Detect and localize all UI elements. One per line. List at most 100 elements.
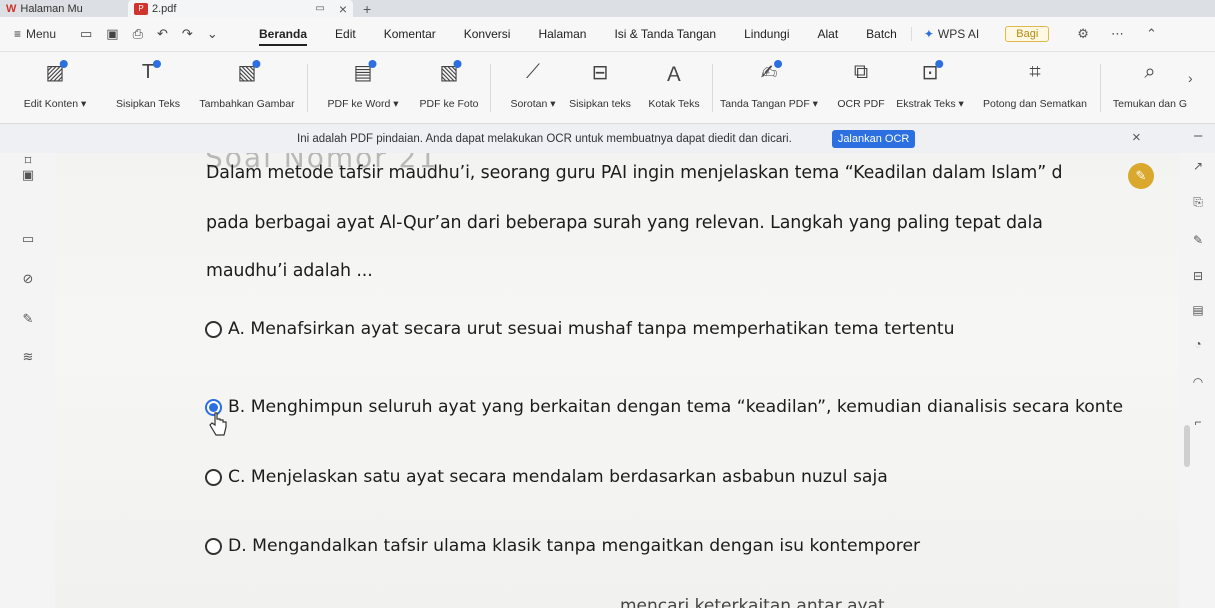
thumbnail-icon[interactable]: ▣ [20, 167, 36, 183]
pdf-page[interactable]: Soal Nomor 21 Dalam metode tafsir maudhu… [55, 153, 1179, 608]
compare-icon[interactable]: ⊟ [1191, 269, 1205, 283]
crop-panel-icon[interactable]: ⌐ [1191, 415, 1205, 429]
run-ocr-button[interactable]: Jalankan OCR [831, 130, 916, 148]
pencil-icon[interactable]: ✎ [1128, 163, 1154, 189]
insert-textbox-icon: ⊟ [591, 61, 609, 84]
highlight-icon: ⟋ [526, 60, 540, 83]
ribbon-button-label: PDF ke Foto [419, 98, 479, 110]
menu-tab-batch[interactable]: Batch [852, 17, 911, 52]
export-icon[interactable]: ↗ [1191, 159, 1205, 173]
ribbon-button-label: Tambahkan Gambar [199, 98, 295, 110]
answer-option-b[interactable]: B. Menghimpun seluruh ayat yang berkaita… [205, 397, 1123, 417]
menu-tab-alat[interactable]: Alat [803, 17, 852, 52]
wps-ai-button[interactable]: ✦ WPS AI [910, 27, 991, 41]
tab-document[interactable]: P 2.pdf ▭ × [128, 0, 353, 17]
answer-option-c[interactable]: C. Menjelaskan satu ayat secara mendalam… [205, 467, 888, 487]
insert-text-icon: T [135, 56, 161, 88]
signature-panel-icon[interactable]: ✎ [20, 311, 36, 327]
left-sidebar: ⌑ ▣ ▭ ⊘ ✎ ≋ [0, 153, 55, 608]
menu-tab-beranda[interactable]: Beranda [245, 17, 321, 52]
menu-tab-komentar[interactable]: Komentar [370, 17, 450, 52]
ribbon-button-highlight[interactable]: ⟋ Sorotan ▾ [511, 56, 556, 111]
ribbon-button-ocr[interactable]: ⧉ OCR PDF [837, 56, 884, 111]
radio-button[interactable] [205, 320, 222, 338]
comment-icon[interactable]: ▭ [20, 231, 36, 247]
ribbon-button-search[interactable]: ⌕ Temukan dan G [1113, 56, 1187, 111]
ribbon-button-crop[interactable]: ⌗ Potong dan Sematkan [983, 56, 1087, 111]
ribbon-button-label: Sisipkan teks [569, 98, 631, 110]
close-tab-icon[interactable]: × [339, 1, 347, 17]
ribbon-button-edit-content[interactable]: ▨ Edit Konten ▾ [24, 56, 86, 110]
settings-icon[interactable]: ⚙ [1077, 26, 1089, 42]
edit-panel-icon[interactable]: ✎ [1191, 233, 1205, 247]
ribbon-toolbar: › ▨ Edit Konten ▾ T Sisipkan Teks ▧ Tambahkan… [0, 52, 1215, 124]
pdf-to-photo-icon: ▧ [436, 56, 462, 88]
menu-label: Menu [26, 27, 57, 41]
ribbon-separator [307, 64, 308, 112]
ribbon-button-label: Kotak Teks [648, 98, 700, 110]
ribbon-button-insert-text[interactable]: T Sisipkan Teks [116, 56, 180, 110]
wps-logo-icon: W [6, 2, 17, 15]
redo-icon[interactable]: ↷ [182, 26, 193, 42]
answer-option-text: D. Mengandalkan tafsir ulama klasik tanp… [228, 536, 921, 556]
pdf-file-icon: P [134, 2, 148, 15]
ribbon-button-add-image[interactable]: ▧ Tambahkan Gambar [199, 56, 295, 110]
attachment-icon[interactable]: ⊘ [20, 271, 36, 287]
ribbon-separator [712, 64, 713, 112]
ocr-banner: Ini adalah PDF pindaian. Anda dapat mela… [0, 125, 1215, 153]
tab-monitor-icon[interactable]: ▭ [315, 3, 324, 14]
extract-text-icon: ⊡ [917, 56, 943, 88]
print-icon[interactable]: ⎙ [133, 26, 143, 42]
radio-button[interactable] [205, 468, 222, 486]
rotate-icon[interactable]: ◠ [1191, 375, 1205, 389]
question-line: Dalam metode tafsir maudhu’i, seorang gu… [206, 163, 1063, 183]
ribbon-button-extract-text[interactable]: ⊡ Ekstrak Teks ▾ [896, 56, 964, 110]
menu-tab-konversi[interactable]: Konversi [450, 17, 525, 52]
question-line: pada berbagai ayat Al-Qur’an dari bebera… [206, 213, 1043, 233]
hamburger-icon: ≡ [14, 27, 22, 41]
radio-button[interactable] [205, 537, 222, 555]
quick-access: ▭ ▣ ⎙ ↶ ↷ ⌄ [80, 26, 245, 42]
open-folder-icon[interactable]: ▭ [80, 26, 92, 42]
menu-bar: ≡ Menu ▭ ▣ ⎙ ↶ ↷ ⌄ Beranda Edit Komentar Ko… [0, 17, 1215, 52]
ribbon-button-insert-textbox[interactable]: ⊟ Sisipkan teks [569, 56, 631, 111]
vertical-scrollbar[interactable] [1184, 425, 1190, 467]
properties-icon[interactable]: ⎘ [1191, 195, 1205, 209]
ribbon-separator [1100, 64, 1101, 112]
new-tab-icon[interactable]: + [363, 1, 371, 17]
search-icon: ⌕ [1144, 60, 1156, 83]
menu-tab-isi-tanda-tangan[interactable]: Isi & Tanda Tangan [600, 17, 730, 52]
ribbon-button-pdf-to-photo[interactable]: ▧ PDF ke Foto [419, 56, 479, 110]
sparkle-icon: ✦ [923, 27, 934, 41]
menu-button[interactable]: ≡ Menu [0, 27, 80, 41]
share-button[interactable]: Bagi [1005, 26, 1050, 42]
wps-ai-label: WPS AI [937, 27, 980, 41]
more-icon[interactable]: ⋯ [1111, 26, 1124, 42]
ribbon-scroll-right-icon[interactable]: › [1188, 70, 1193, 86]
ribbon-button-signature[interactable]: ✍ Tanda Tangan PDF ▾ [720, 56, 818, 110]
collapse-ribbon-icon[interactable]: ⌃ [1146, 26, 1157, 42]
tab-home[interactable]: W Halaman Mu [0, 0, 128, 17]
zoom-icon[interactable]: ◔ [1191, 337, 1205, 351]
ribbon-button-label: Edit Konten ▾ [23, 98, 87, 110]
answer-option-d[interactable]: D. Mengandalkan tafsir ulama klasik tanp… [205, 536, 920, 556]
close-banner-icon[interactable]: × [1132, 129, 1141, 146]
signature-icon: ✍ [756, 56, 782, 88]
menu-tab-lindungi[interactable]: Lindungi [730, 17, 803, 52]
layers-icon[interactable]: ≋ [20, 349, 36, 365]
menu-tab-edit[interactable]: Edit [321, 17, 370, 52]
menu-right-controls: ⚙ ⋯ ⌃ [1077, 26, 1157, 42]
ribbon-button-label: Tanda Tangan PDF ▾ [720, 98, 818, 110]
crop-icon: ⌗ [1029, 60, 1041, 83]
pdf-to-word-icon: ▤ [350, 56, 376, 88]
ribbon-button-textbox[interactable]: Ａ Kotak Teks [648, 56, 700, 111]
form-icon[interactable]: ▤ [1191, 303, 1205, 317]
menu-tab-halaman[interactable]: Halaman [524, 17, 600, 52]
undo-icon[interactable]: ↶ [157, 26, 168, 42]
save-icon[interactable]: ▣ [106, 26, 118, 42]
ribbon-button-label: Sisipkan Teks [115, 98, 181, 110]
answer-option-a[interactable]: A. Menafsirkan ayat secara urut sesuai m… [205, 319, 954, 339]
ribbon-button-pdf-to-word[interactable]: ▤ PDF ke Word ▾ [327, 56, 399, 110]
minimize-panel-icon[interactable]: – [1194, 127, 1202, 144]
chevron-down-icon[interactable]: ⌄ [207, 26, 218, 42]
